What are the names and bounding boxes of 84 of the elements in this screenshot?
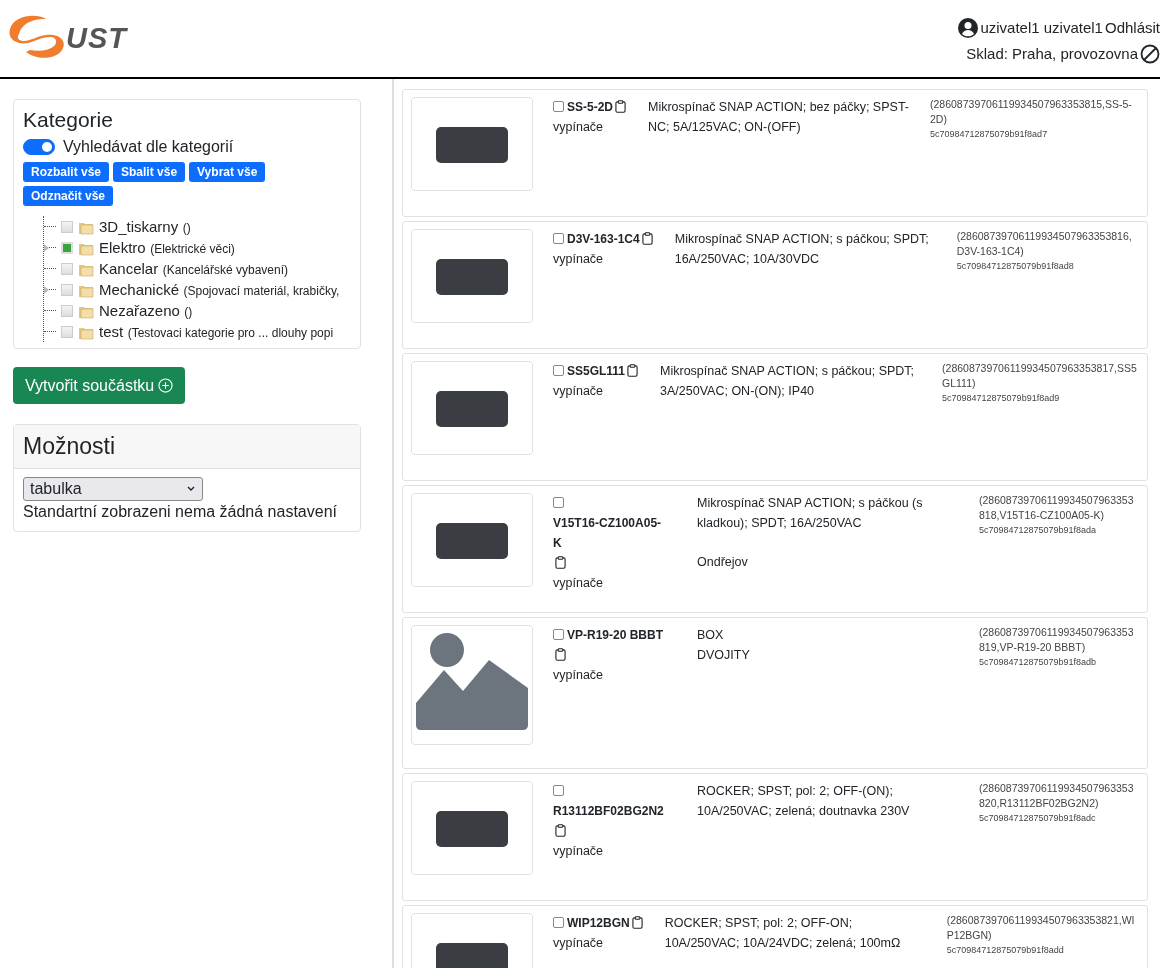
product-ref: (28608739706119934507963353818,V15T16-CZ100A05-K) xyxy=(979,493,1135,523)
product-category: vypínače xyxy=(553,576,604,590)
product-code[interactable]: VP-R19-20 BBBT xyxy=(567,625,664,645)
product-code[interactable]: V15T16-CZ100A05-K xyxy=(553,513,665,553)
tree-checkbox[interactable] xyxy=(61,220,73,233)
expand-icon[interactable] xyxy=(44,286,49,294)
product-description: Mikrospínač SNAP ACTION; bez páčky; SPST-NC; 5A/125VAC; ON-(OFF) xyxy=(648,99,910,136)
product-checkbox[interactable] xyxy=(553,785,564,796)
product-location: Ondřejov xyxy=(697,554,749,571)
product-checkbox[interactable] xyxy=(553,917,564,928)
product-code[interactable]: SS5GL111 xyxy=(567,361,626,381)
product-category: vypínače xyxy=(553,936,604,950)
product-checkbox[interactable] xyxy=(553,497,564,508)
clipboard-icon[interactable] xyxy=(555,824,566,837)
product-checkbox[interactable] xyxy=(553,629,564,640)
product-hash: 5c70984712875079b91f8ada xyxy=(979,524,1098,537)
product-ref: (28608739706119934507963353820,R13112BF02BG2N2) xyxy=(979,781,1135,811)
product-hash: 5c70984712875079b91f8ad8 xyxy=(956,260,1075,273)
clipboard-icon[interactable] xyxy=(555,648,566,661)
product-checkbox[interactable] xyxy=(553,233,564,244)
product-checkbox[interactable] xyxy=(553,101,564,112)
tree-action-button[interactable]: Vybrat vše xyxy=(189,162,266,182)
logo-text: UST xyxy=(66,22,127,55)
options-title: Možnosti xyxy=(14,425,360,469)
category-item[interactable]: Kancelar (Kancelářské vybavení) xyxy=(99,259,289,278)
category-item[interactable]: Elektro (Elektrické věci) xyxy=(99,238,235,257)
category-item[interactable]: Nezařazeno () xyxy=(99,301,193,320)
logout-link[interactable]: Odhlásit xyxy=(1104,19,1160,36)
clipboard-icon[interactable] xyxy=(627,364,639,377)
clipboard-icon[interactable] xyxy=(615,100,626,113)
product-category: vypínače xyxy=(553,668,604,682)
product-ref: (28608739706119934507963353821,WIP12BGN) xyxy=(946,913,1136,943)
image-placeholder-icon xyxy=(411,625,533,745)
clipboard-icon[interactable] xyxy=(555,556,566,569)
tree-checkbox[interactable] xyxy=(61,325,73,338)
product-ref: (28608739706119934507963353816,D3V-163-1C4) xyxy=(956,229,1133,259)
tree-action-button[interactable]: Odznačit vše xyxy=(23,186,114,206)
create-part-button[interactable]: Vytvořit součástku xyxy=(13,367,186,404)
product-code[interactable]: WIP12BGN xyxy=(567,913,630,933)
product-category: vypínače xyxy=(553,252,604,266)
clipboard-icon[interactable] xyxy=(631,916,643,929)
category-item[interactable]: 3D_tiskarny () xyxy=(99,217,191,236)
product-description: BOX DVOJITY xyxy=(697,627,751,664)
product-hash: 5c70984712875079b91f8add xyxy=(946,944,1065,957)
product-category: vypínače xyxy=(553,384,604,398)
product-code[interactable]: SS-5-2D xyxy=(567,97,613,117)
product-code[interactable]: R13112BF02BG2N2 xyxy=(553,801,664,821)
product-category: vypínače xyxy=(553,844,604,858)
clipboard-icon[interactable] xyxy=(641,232,653,245)
category-item[interactable]: Mechanické (Spojovací materiál, krabičky, xyxy=(99,280,340,299)
user-icon xyxy=(958,17,979,38)
tree-checkbox[interactable] xyxy=(61,241,73,254)
product-category: vypínače xyxy=(553,120,604,134)
product-hash: 5c70984712875079b91f8ad7 xyxy=(930,128,1049,141)
tree-action-button[interactable]: Rozbalit vše xyxy=(23,162,110,182)
toggle-label: Vyhledávat dle kategorií xyxy=(63,138,234,156)
product-ref: (28608739706119934507963353819,VP-R19-20 BBBT) xyxy=(979,625,1135,655)
options-note: Standartní zobrazeni nema žádná nastavení xyxy=(23,503,338,521)
expand-icon[interactable] xyxy=(44,244,49,252)
product-checkbox[interactable] xyxy=(553,365,564,376)
product-description: Mikrospínač SNAP ACTION; s páčkou; SPDT; 16A/250VAC; 10A/30VDC xyxy=(674,231,930,268)
product-description: Mikrospínač SNAP ACTION; s páčkou; SPDT; 3A/250VAC; ON-(ON); IP40 xyxy=(660,363,916,400)
prohibited-icon[interactable] xyxy=(1140,43,1160,64)
tree-checkbox[interactable] xyxy=(61,262,73,275)
warehouse-label: Sklad: Praha, provozovna xyxy=(966,45,1138,62)
caret-icon xyxy=(186,485,196,493)
category-item[interactable]: test (Testovaci kategorie pro ... dlouhy popi xyxy=(99,322,334,341)
product-ref: (28608739706119934507963353817,SS5GL111) xyxy=(942,361,1138,391)
tree-checkbox[interactable] xyxy=(61,283,73,296)
product-hash: 5c70984712875079b91f8adc xyxy=(979,812,1097,825)
product-description: ROCKER; SPST; pol: 2; OFF-(ON); 10A/250VAC; zelená; doutnavka 230V xyxy=(697,783,911,820)
product-description: Mikrospínač SNAP ACTION; s páčkou (s kladkou); SPDT; 16A/250VAC xyxy=(697,495,924,532)
product-ref: (28608739706119934507963353815,SS-5-2D) xyxy=(930,97,1133,127)
categories-title: Kategorie xyxy=(23,108,114,132)
product-hash: 5c70984712875079b91f8ad9 xyxy=(942,392,1061,405)
tree-checkbox[interactable] xyxy=(61,304,73,317)
tree-action-button[interactable]: Sbalit vše xyxy=(113,162,186,182)
user-name: uzivatel1 uzivatel1 xyxy=(980,19,1103,36)
product-description: ROCKER; SPST; pol: 2; OFF-ON; 10A/250VAC; 10A/24VDC; zelená; 100mΩ xyxy=(664,915,902,952)
toggle-switch[interactable] xyxy=(23,139,55,155)
plus-circle-icon xyxy=(158,378,174,393)
product-code[interactable]: D3V-163-1C4 xyxy=(567,229,640,249)
view-select[interactable]: tabulka xyxy=(23,477,203,501)
product-hash: 5c70984712875079b91f8adb xyxy=(979,656,1098,669)
